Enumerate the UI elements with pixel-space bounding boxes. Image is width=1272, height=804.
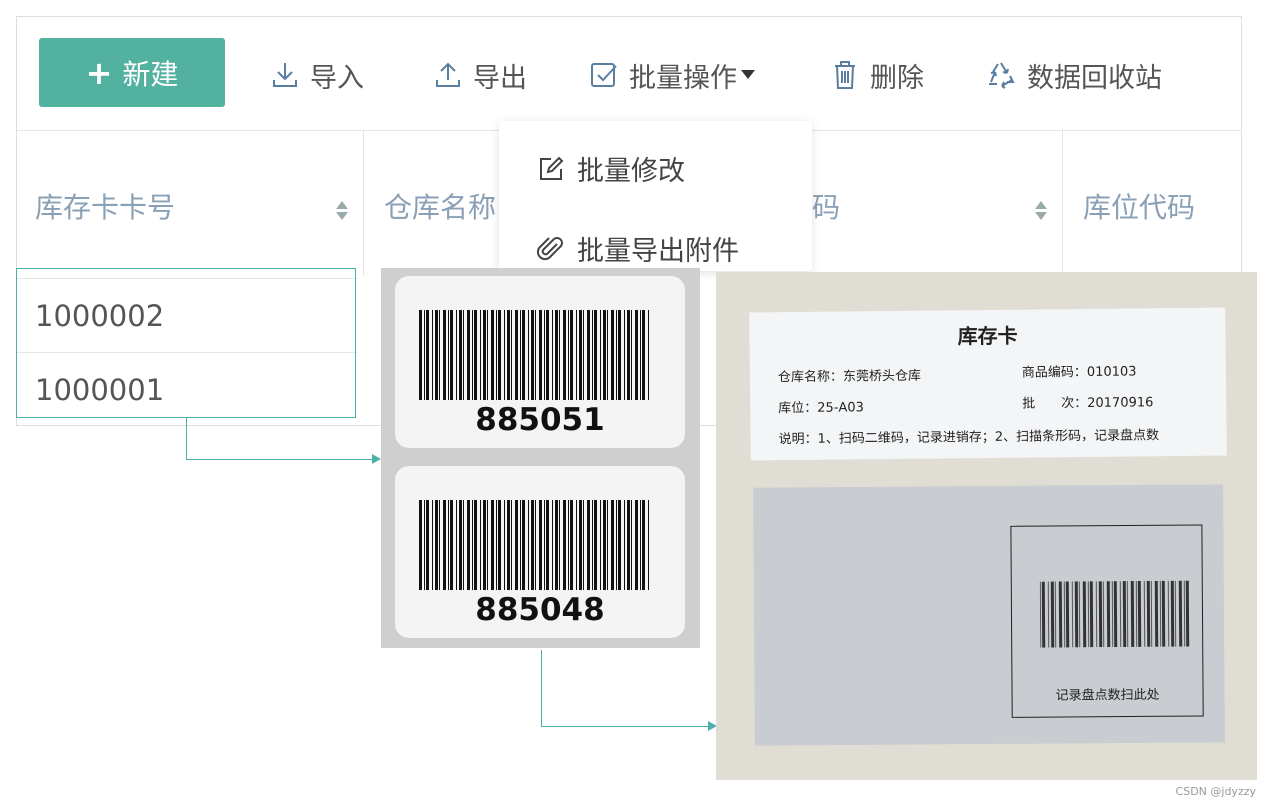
menu-item-label: 批量导出附件 — [577, 236, 739, 267]
new-button-label: 新建 — [122, 57, 179, 91]
card-warehouse: 仓库名称：东莞桥头仓库 — [777, 368, 922, 386]
card-title: 库存卡 — [957, 323, 1018, 349]
edit-icon — [540, 156, 564, 180]
header-stock-card-number[interactable]: 库存卡卡号 — [35, 186, 175, 226]
sort-icon[interactable] — [336, 200, 348, 222]
barcode-labels-photo: 885051 885048 — [381, 268, 700, 648]
batch-operation-button[interactable]: 批量操作 — [589, 46, 765, 104]
plus-icon: + — [85, 53, 113, 92]
batch-operation-label: 批量操作 — [629, 62, 737, 94]
upload-icon — [436, 62, 460, 87]
barcode-number: 885051 — [475, 402, 605, 438]
watermark: CSDN @jdyzzy — [1175, 785, 1256, 798]
trash-icon — [835, 61, 855, 89]
card-note: 说明：1、扫码二维码，记录进销存；2、扫描条形码，记录盘点数 — [778, 428, 1160, 448]
barcode-graphic — [1039, 580, 1190, 648]
sort-icon[interactable] — [1035, 200, 1047, 222]
import-button[interactable]: 导入 — [270, 46, 364, 104]
import-label: 导入 — [310, 62, 364, 94]
menu-item-batch-edit[interactable]: 批量修改 — [537, 149, 685, 188]
connector-line — [186, 418, 187, 460]
inventory-card-bottom: 记录盘点数扫此处 — [753, 484, 1225, 746]
scan-area: 记录盘点数扫此处 — [1010, 524, 1204, 718]
export-label: 导出 — [473, 62, 527, 94]
card-product-code: 商品编码：010103 — [1021, 364, 1137, 381]
scan-area-label: 记录盘点数扫此处 — [1055, 687, 1160, 704]
checkbox-icon — [591, 63, 617, 87]
batch-operation-dropdown: 批量修改 批量导出附件 — [499, 121, 812, 271]
new-button[interactable]: + 新建 — [39, 38, 225, 107]
column-divider — [1062, 130, 1063, 276]
menu-item-batch-export-attachments[interactable]: 批量导出附件 — [537, 229, 739, 268]
barcode-label: 885051 — [395, 276, 685, 448]
connector-line — [186, 459, 376, 460]
recycle-bin-label: 数据回收站 — [1027, 62, 1162, 94]
barcode-label: 885048 — [395, 466, 685, 638]
header-code[interactable]: 码 — [812, 186, 840, 226]
export-button[interactable]: 导出 — [433, 46, 527, 104]
download-icon — [273, 63, 297, 87]
recycle-bin-button[interactable]: 数据回收站 — [985, 46, 1162, 104]
selection-highlight — [16, 268, 356, 418]
card-location: 库位：25-A03 — [778, 400, 864, 417]
barcode-graphic — [419, 500, 649, 590]
connector-line — [541, 650, 542, 727]
paperclip-icon — [537, 236, 563, 260]
menu-item-label: 批量修改 — [577, 156, 685, 187]
caret-down-icon — [741, 70, 755, 79]
card-batch: 批 次：20170916 — [1022, 395, 1154, 412]
connector-line — [541, 726, 711, 727]
barcode-number: 885048 — [475, 592, 605, 628]
header-location-code[interactable]: 库位代码 — [1083, 186, 1195, 226]
recycle-icon — [989, 62, 1015, 89]
column-divider — [363, 130, 364, 276]
delete-label: 删除 — [870, 62, 924, 94]
inventory-card-top: 库存卡 仓库名称：东莞桥头仓库 商品编码：010103 库位：25-A03 批 … — [749, 307, 1227, 461]
barcode-graphic — [419, 310, 649, 400]
delete-button[interactable]: 删除 — [830, 46, 924, 104]
header-warehouse-name[interactable]: 仓库名称 — [384, 186, 496, 226]
